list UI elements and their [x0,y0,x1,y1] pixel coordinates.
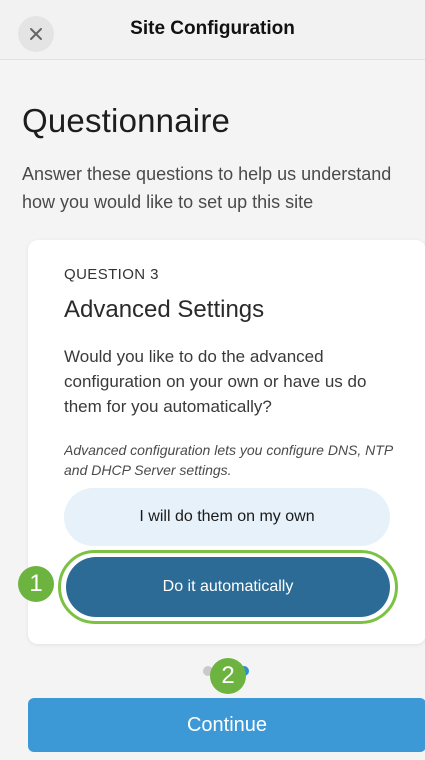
question-note: Advanced configuration lets you configur… [64,442,393,478]
page-subtitle: Answer these questions to help us unders… [22,164,392,212]
option-manual-button[interactable]: I will do them on my own [64,488,390,546]
question-description: Would you like to do the advanced config… [64,347,367,416]
step-marker-1: 1 [18,566,54,602]
header-title: Site Configuration [130,18,295,39]
page-title: Questionnaire [22,102,231,139]
question-title: Advanced Settings [64,296,265,323]
top-bar: Site Configuration [0,0,425,60]
question-number: QUESTION 3 [64,266,159,283]
step-marker-2: 2 [210,658,246,694]
question-card: QUESTION 3 Advanced Settings Would you l… [28,240,425,644]
option-automatic-button[interactable]: Do it automatically [66,557,390,617]
continue-button[interactable]: Continue [28,698,425,752]
